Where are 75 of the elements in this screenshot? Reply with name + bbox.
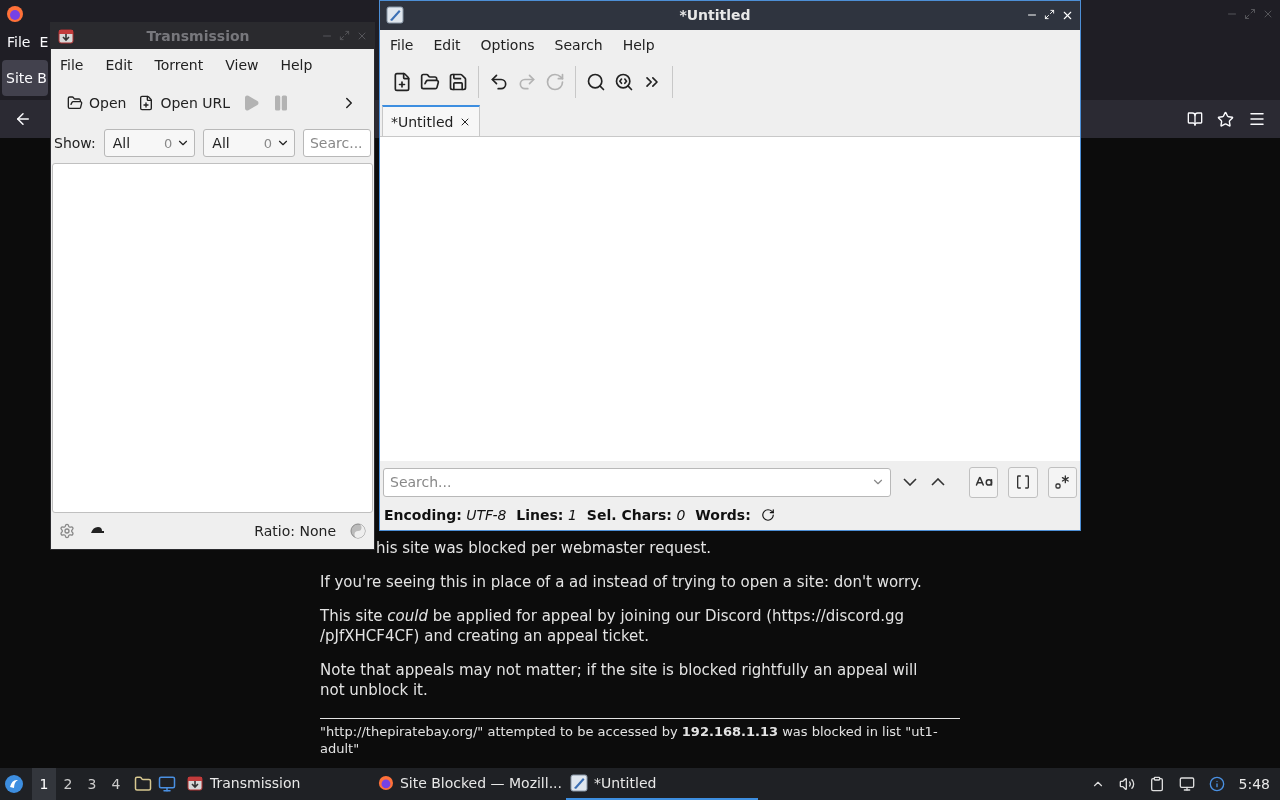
replace-icon [614, 72, 634, 93]
open-button[interactable]: Open [63, 91, 131, 115]
menu-item[interactable]: Options [480, 36, 535, 53]
menu-item[interactable]: Edit [105, 57, 133, 73]
window-title: *Untitled [679, 7, 751, 24]
paragraph: Note that appeals may not matter; if the site is blocked rightfully an appeal will not unblock it. [320, 660, 919, 700]
menu-item[interactable]: File [60, 57, 84, 73]
window-title: Transmission [146, 28, 250, 44]
menu-item[interactable]: File [7, 33, 31, 50]
footer-text: "http://thepiratebay.org/" attempted to be accessed by 192.168.1.13 was blocked in list "ut1-adult" [320, 723, 939, 757]
back-icon[interactable] [14, 110, 32, 128]
task-button[interactable]: Transmission [182, 768, 374, 800]
star-icon[interactable] [1217, 110, 1234, 128]
open-url-button[interactable]: Open URL [134, 91, 235, 115]
regex-button[interactable] [1047, 466, 1077, 498]
paragraph: If you're seeing this in place of a ad instead of trying to open a site: don't worry. [320, 572, 923, 592]
redo-icon [517, 72, 537, 93]
editor-icon [386, 6, 404, 25]
new-file-icon [392, 72, 412, 93]
task-button[interactable]: *Untitled [566, 768, 758, 800]
reader-icon[interactable] [1187, 111, 1203, 127]
folder-icon[interactable] [134, 775, 152, 793]
app-icon [57, 27, 75, 45]
menu-item[interactable]: Search [554, 36, 603, 53]
regex-icon [1054, 474, 1071, 491]
show-label: Show: [54, 135, 96, 151]
maximize-icon[interactable] [1044, 8, 1055, 20]
browser-icon [378, 774, 394, 792]
menu-icon[interactable] [1248, 110, 1266, 128]
editor-tab[interactable]: *Untitled [382, 105, 481, 137]
undo-icon [489, 72, 509, 93]
paragraph: his site was blocked per webmaster request. [375, 538, 713, 558]
status-text: Encoding: UTF-8 [384, 507, 507, 524]
workspace-button[interactable]: 3 [80, 768, 104, 800]
menu-item[interactable]: Help [280, 57, 313, 73]
reload-icon [545, 72, 565, 93]
save-icon [448, 72, 468, 93]
search-field[interactable]: Searc... [303, 129, 371, 157]
volume-icon[interactable] [1118, 776, 1135, 792]
menu-item[interactable]: File [390, 36, 414, 53]
search-field[interactable]: Search... [383, 467, 891, 497]
menu-item[interactable]: Torrent [154, 57, 204, 73]
menu-item[interactable]: Help [622, 36, 655, 53]
chevron-up-icon[interactable] [930, 478, 945, 487]
menu-item[interactable]: View [225, 57, 259, 73]
workspace-button[interactable]: 2 [56, 768, 80, 800]
status-text: Words: [695, 507, 751, 524]
task-button[interactable]: Site Blocked — Mozill... [374, 768, 566, 800]
status-text: Lines: 1 [516, 507, 577, 524]
match-case-button[interactable] [968, 466, 999, 498]
browser-icon [6, 5, 24, 23]
menu-item[interactable]: Edit [433, 36, 461, 53]
settings-icon[interactable] [59, 523, 75, 539]
workspace-button[interactable]: 4 [104, 768, 128, 800]
info-icon[interactable] [1208, 776, 1225, 792]
chevron-down-icon[interactable] [902, 478, 917, 487]
workspace-button[interactable]: 1 [32, 768, 56, 800]
clipboard-icon[interactable] [1148, 776, 1165, 792]
filter-dropdown[interactable]: All 0 [203, 129, 295, 157]
brackets-icon [1014, 474, 1031, 491]
play-icon [242, 94, 261, 112]
ratio-text: Ratio: None [254, 523, 336, 539]
filter-dropdown[interactable]: All 0 [103, 129, 196, 157]
refresh-icon[interactable] [760, 508, 775, 523]
clock: 5:48 [1238, 776, 1270, 792]
editor-icon [570, 774, 588, 792]
app-icon [186, 774, 204, 792]
status-text: Sel. Chars: 0 [586, 507, 686, 524]
browser-tab[interactable]: Site B [2, 59, 48, 96]
start-icon[interactable] [4, 774, 24, 794]
search-icon [586, 72, 606, 93]
whole-word-button[interactable] [1008, 466, 1038, 498]
desktop-icon[interactable] [158, 775, 176, 793]
menu-item[interactable]: E [39, 33, 49, 50]
paragraph: This site could be applied for appeal by joining our Discord (https://discord.gg /pJfXHCF4CF) and creating an appeal ticket. [320, 606, 905, 646]
